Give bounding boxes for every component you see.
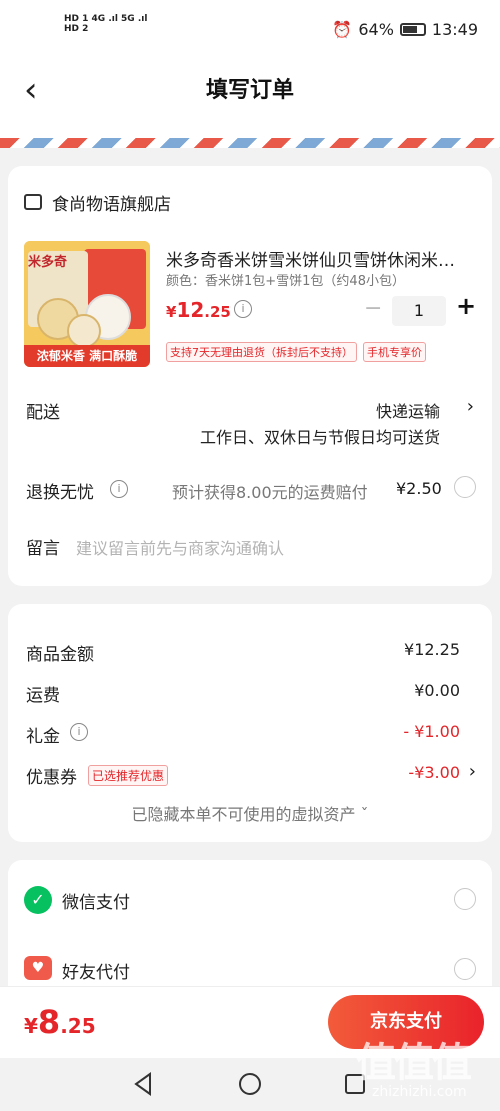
message-input[interactable]: 建议留言前先与商家沟通确认 <box>76 535 284 559</box>
signal-line-2: HD 2 <box>64 24 89 34</box>
gift-label: 礼金 <box>26 727 60 747</box>
qty-input[interactable]: 1 <box>392 296 446 326</box>
mobile-price-tag: 手机专享价 <box>363 342 426 362</box>
clock: 13:49 <box>431 20 478 39</box>
product-tags: 支持7天无理由退货（拆封后不支持） 手机专享价 <box>166 342 426 362</box>
alarm-icon: ⏰ <box>332 20 353 39</box>
total-decimal: .25 <box>60 1014 96 1038</box>
shipping-label: 运费 <box>26 686 60 706</box>
page-title: 填写订单 <box>205 78 294 103</box>
price-currency: ¥ <box>166 303 177 321</box>
return-policy-tag: 支持7天无理由退货（拆封后不支持） <box>166 342 357 362</box>
status-right: ⏰ 64% 13:49 <box>332 20 478 39</box>
price-integer: 12 <box>176 298 205 322</box>
product-title[interactable]: 米多奇香米饼雪米饼仙贝雪饼休闲米… <box>166 246 478 271</box>
product-image-brand: 米多奇 <box>28 255 68 270</box>
qty-plus-button[interactable]: + <box>456 292 476 320</box>
friend-pay-icon: ♥ <box>24 956 52 980</box>
address-stripe <box>0 138 500 148</box>
wechat-pay-label[interactable]: 微信支付 <box>62 888 130 913</box>
delivery-chevron-icon[interactable]: › <box>467 396 474 417</box>
return-radio[interactable] <box>454 476 476 498</box>
return-info-icon[interactable]: i <box>110 480 128 498</box>
battery-percent: 64% <box>358 20 394 39</box>
nav-home-icon[interactable] <box>238 1072 262 1096</box>
battery-icon <box>399 23 426 36</box>
product-image[interactable]: 米多奇 浓郁米香 满口酥脆 <box>24 241 150 367</box>
status-bar: HD 1 4G .ıl 5G .ıl HD 2 ⏰ 64% 13:49 <box>0 0 500 62</box>
return-desc: 预计获得8.00元的运费赔付 <box>172 483 368 502</box>
price-info-icon[interactable]: i <box>234 300 252 318</box>
product-spec: 颜色：香米饼1包+雪饼1包（约48小包） <box>166 274 405 289</box>
product-image-caption: 浓郁米香 满口酥脆 <box>36 349 138 363</box>
shipping-value: ¥0.00 <box>414 681 460 700</box>
total-price: ¥8.25 <box>24 1003 96 1041</box>
watermark-url: zhizhizhi.com <box>372 1084 467 1100</box>
delivery-label: 配送 <box>26 403 60 423</box>
order-card: 食尚物语旗舰店 米多奇 浓郁米香 满口酥脆 米多奇香米饼雪米饼仙贝雪饼休闲米… … <box>8 166 492 586</box>
nav-back-icon[interactable] <box>132 1072 154 1096</box>
signal-indicators: HD 1 4G .ıl 5G .ıl HD 2 <box>64 14 147 34</box>
message-label: 留言 <box>26 539 60 559</box>
page-header: ‹ 填写订单 <box>0 62 500 138</box>
wechat-pay-radio[interactable] <box>454 888 476 910</box>
payment-card: ✓ 微信支付 ♥ 好友代付 <box>8 860 492 1000</box>
friend-pay-label[interactable]: 好友代付 <box>62 958 130 983</box>
signal-line-1: HD 1 4G .ıl 5G .ıl <box>64 14 148 24</box>
coupon-label: 优惠券 <box>26 768 77 788</box>
friend-pay-radio[interactable] <box>454 958 476 980</box>
coupon-value[interactable]: -¥3.00 <box>408 763 460 782</box>
return-price: ¥2.50 <box>396 479 442 498</box>
product-price: ¥12.25 <box>166 298 231 322</box>
qty-minus-button[interactable]: − <box>364 296 382 321</box>
wechat-pay-icon: ✓ <box>24 886 52 914</box>
delivery-note: 工作日、双休日与节假日均可送货 <box>199 428 440 447</box>
total-currency: ¥ <box>24 1014 38 1038</box>
coupon-tag: 已选推荐优惠 <box>88 765 169 786</box>
gift-info-icon[interactable]: i <box>70 723 88 741</box>
coupon-chevron-icon[interactable]: › <box>469 761 476 782</box>
delivery-method[interactable]: 快递运输 <box>376 398 440 422</box>
hidden-assets-toggle[interactable]: 已隐藏本单不可使用的虚拟资产 ˇ <box>8 801 492 825</box>
shop-icon <box>24 194 42 210</box>
price-decimal: .25 <box>204 303 231 321</box>
total-integer: 8 <box>37 1003 61 1041</box>
gift-value: - ¥1.00 <box>403 722 460 741</box>
return-label: 退换无忧 <box>26 483 94 503</box>
shop-name[interactable]: 食尚物语旗舰店 <box>52 190 171 215</box>
goods-amount-value: ¥12.25 <box>404 640 460 659</box>
watermark-logo: 值值值 <box>356 1040 472 1086</box>
goods-amount-label: 商品金额 <box>26 645 94 665</box>
summary-card: 商品金额 ¥12.25 运费 ¥0.00 礼金 i - ¥1.00 优惠券 已选… <box>8 604 492 842</box>
